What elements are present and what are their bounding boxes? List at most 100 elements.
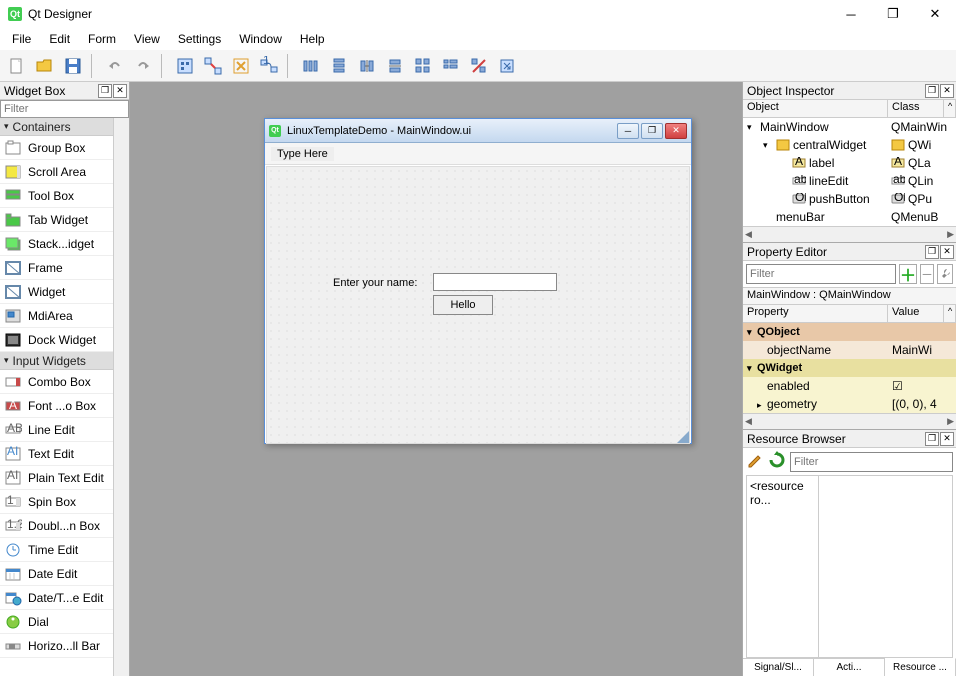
widget-layout-icon[interactable] — [172, 53, 198, 79]
prop-row[interactable]: ▸geometry[(0, 0), 4 — [743, 395, 956, 413]
tree-item[interactable]: Tool Box — [0, 184, 113, 208]
property-filter[interactable] — [746, 264, 896, 284]
menu-file[interactable]: File — [4, 30, 39, 48]
inspector-hscroll[interactable]: ◀▶ — [743, 226, 956, 242]
panel-float-icon[interactable]: ❐ — [925, 84, 939, 98]
tree-item[interactable]: 1Spin Box — [0, 490, 113, 514]
menu-edit[interactable]: Edit — [41, 30, 78, 48]
edit-resource-icon[interactable] — [746, 451, 764, 472]
inspector-header-object[interactable]: Object — [743, 100, 888, 117]
form-maximize-icon[interactable]: ❐ — [641, 123, 663, 139]
tab-action[interactable]: Acti... — [814, 659, 885, 676]
design-menubar[interactable]: Type Here — [265, 143, 691, 165]
prop-row[interactable]: enabled☑ — [743, 377, 956, 395]
resource-tree[interactable]: <resource ro... — [747, 476, 819, 657]
layout-form-icon[interactable] — [438, 53, 464, 79]
scrollbar-v[interactable] — [113, 118, 129, 676]
tree-item[interactable]: AFont ...o Box — [0, 394, 113, 418]
tab-order-icon[interactable]: 1 — [256, 53, 282, 79]
layout-h-icon[interactable] — [298, 53, 324, 79]
layout-grid-icon[interactable] — [410, 53, 436, 79]
tab-signal-slot[interactable]: Signal/Sl... — [743, 659, 814, 676]
inspector-row[interactable]: OKpushButtonOKQPu — [743, 190, 956, 208]
minimize-button[interactable]: ─ — [838, 7, 864, 22]
inspector-row[interactable]: menuBarQMenuB — [743, 208, 956, 226]
panel-close-icon[interactable]: ✕ — [113, 84, 127, 98]
inspector-row[interactable]: AlabelAQLa — [743, 154, 956, 172]
tree-item[interactable]: Time Edit — [0, 538, 113, 562]
tree-group[interactable]: ▾Input Widgets — [0, 352, 113, 370]
new-file-icon[interactable] — [4, 53, 30, 79]
tree-item[interactable]: Dial — [0, 610, 113, 634]
tree-group[interactable]: ▾Containers — [0, 118, 113, 136]
menu-view[interactable]: View — [126, 30, 168, 48]
tree-item[interactable]: Group Box — [0, 136, 113, 160]
buddy-icon[interactable] — [228, 53, 254, 79]
tree-item[interactable]: ABILine Edit — [0, 418, 113, 442]
tree-item[interactable]: Horizo...ll Bar — [0, 634, 113, 658]
save-file-icon[interactable] — [60, 53, 86, 79]
design-titlebar[interactable]: Qt LinuxTemplateDemo - MainWindow.ui ─ ❐… — [265, 119, 691, 143]
prop-header-property[interactable]: Property — [743, 305, 888, 322]
tree-item[interactable]: AIPlain Text Edit — [0, 466, 113, 490]
tree-item[interactable]: Combo Box — [0, 370, 113, 394]
prop-group[interactable]: ▾QObject — [743, 323, 956, 341]
prop-row[interactable]: objectNameMainWi — [743, 341, 956, 359]
panel-close-icon[interactable]: ✕ — [940, 432, 954, 446]
tree-item[interactable]: MdiArea — [0, 304, 113, 328]
form-line-edit[interactable] — [433, 273, 557, 291]
tree-item[interactable]: Date/T...e Edit — [0, 586, 113, 610]
break-layout-icon[interactable] — [466, 53, 492, 79]
inspector-row[interactable]: ablineEditabQLin — [743, 172, 956, 190]
panel-close-icon[interactable]: ✕ — [940, 84, 954, 98]
form-push-button[interactable]: Hello — [433, 295, 493, 315]
undo-icon[interactable] — [102, 53, 128, 79]
adjust-size-icon[interactable] — [494, 53, 520, 79]
property-rows[interactable]: ▾QObjectobjectNameMainWi▾QWidgetenabled☑… — [743, 323, 956, 413]
panel-float-icon[interactable]: ❐ — [98, 84, 112, 98]
layout-v-icon[interactable] — [326, 53, 352, 79]
menu-settings[interactable]: Settings — [170, 30, 229, 48]
tree-item[interactable]: Widget — [0, 280, 113, 304]
tree-item[interactable]: Frame — [0, 256, 113, 280]
resize-handle-icon[interactable] — [677, 431, 689, 443]
tree-item[interactable]: 1.2Doubl...n Box — [0, 514, 113, 538]
reload-resource-icon[interactable] — [768, 451, 786, 472]
redo-icon[interactable] — [130, 53, 156, 79]
menubar-hint[interactable]: Type Here — [271, 147, 334, 161]
resource-filter[interactable] — [790, 452, 953, 472]
tree-item[interactable]: AIText Edit — [0, 442, 113, 466]
wrench-icon[interactable] — [937, 264, 953, 284]
signal-slot-icon[interactable] — [200, 53, 226, 79]
panel-close-icon[interactable]: ✕ — [940, 245, 954, 259]
tree-item[interactable]: Date Edit — [0, 562, 113, 586]
widget-box-filter[interactable] — [0, 100, 129, 118]
remove-property-icon[interactable]: ─ — [920, 264, 934, 284]
panel-float-icon[interactable]: ❐ — [925, 432, 939, 446]
close-button[interactable]: ✕ — [922, 6, 948, 22]
form-close-icon[interactable]: ✕ — [665, 123, 687, 139]
inspector-row[interactable]: ▾centralWidgetQWi — [743, 136, 956, 154]
header-chevron-icon[interactable]: ^ — [944, 305, 956, 322]
maximize-button[interactable]: ❐ — [880, 6, 906, 22]
tree-item[interactable]: Stack...idget — [0, 232, 113, 256]
inspector-tree[interactable]: ▾MainWindowQMainWin▾centralWidgetQWiAlab… — [743, 118, 956, 226]
layout-hsplit-icon[interactable] — [354, 53, 380, 79]
form-label[interactable]: Enter your name: — [333, 277, 417, 289]
panel-float-icon[interactable]: ❐ — [925, 245, 939, 259]
menu-help[interactable]: Help — [292, 30, 333, 48]
tree-item[interactable]: Scroll Area — [0, 160, 113, 184]
tab-resource[interactable]: Resource ... — [885, 658, 956, 676]
header-chevron-icon[interactable]: ^ — [944, 100, 956, 117]
form-minimize-icon[interactable]: ─ — [617, 123, 639, 139]
prop-header-value[interactable]: Value — [888, 305, 944, 322]
layout-vsplit-icon[interactable] — [382, 53, 408, 79]
inspector-header-class[interactable]: Class — [888, 100, 944, 117]
design-canvas[interactable]: Enter your name: Hello — [266, 166, 690, 444]
design-window[interactable]: Qt LinuxTemplateDemo - MainWindow.ui ─ ❐… — [264, 118, 692, 444]
tree-item[interactable]: Dock Widget — [0, 328, 113, 352]
prop-group[interactable]: ▾QWidget — [743, 359, 956, 377]
menu-window[interactable]: Window — [231, 30, 290, 48]
add-property-icon[interactable]: ＋ — [899, 264, 917, 284]
tree-item[interactable]: Tab Widget — [0, 208, 113, 232]
